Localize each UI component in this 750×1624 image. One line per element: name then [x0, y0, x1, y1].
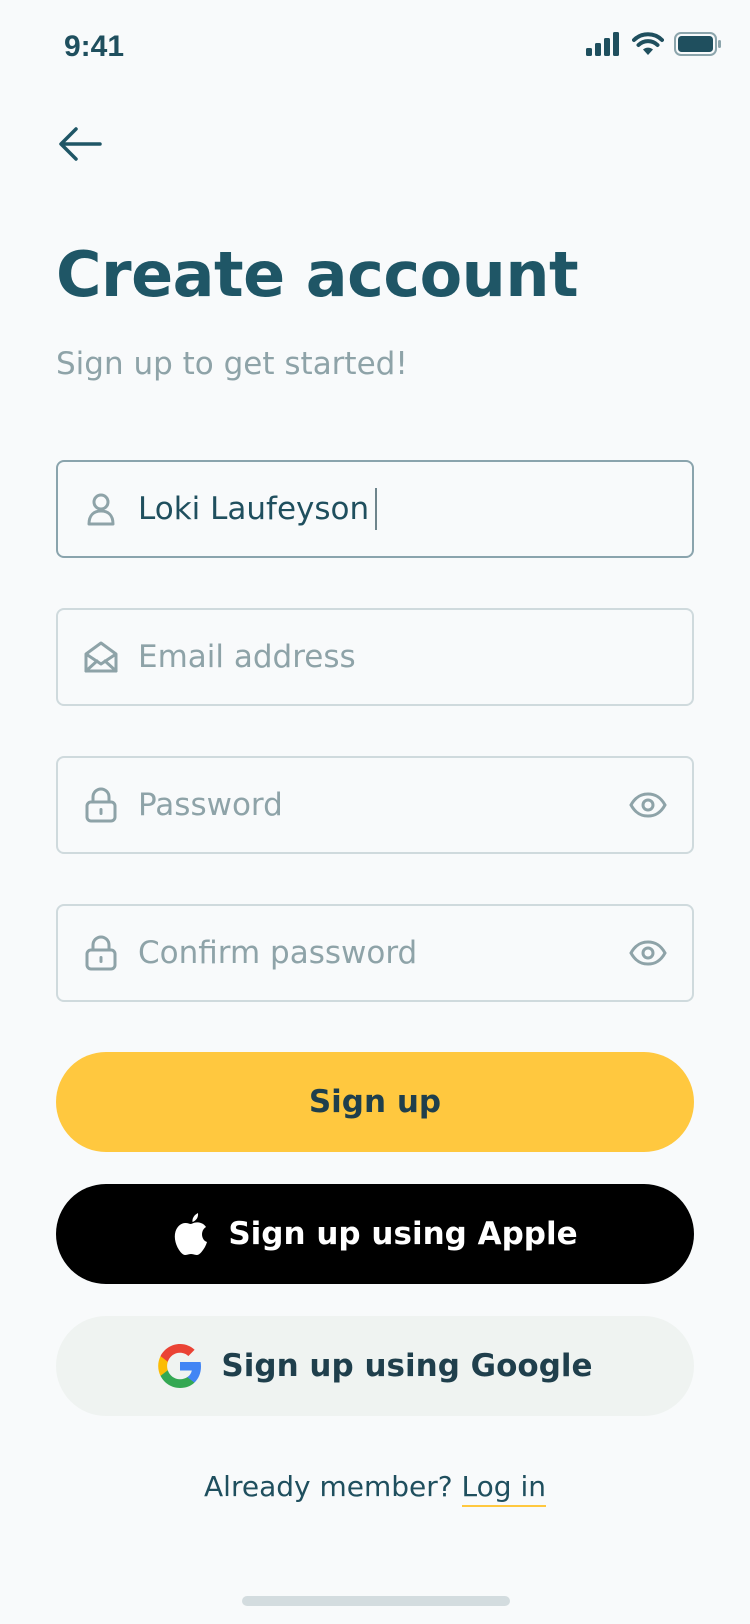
apple-icon [175, 1213, 208, 1256]
page-subtitle: Sign up to get started! [56, 346, 408, 382]
show-password-eye-icon[interactable] [628, 790, 668, 820]
sign-up-apple-button[interactable]: Sign up using Apple [56, 1184, 694, 1284]
page-title: Create account [56, 238, 579, 311]
login-prompt: Already member? Log in [0, 1470, 750, 1507]
log-in-link[interactable]: Log in [461, 1470, 546, 1507]
sign-up-button-label: Sign up [308, 1084, 442, 1120]
show-confirm-password-eye-icon[interactable] [628, 938, 668, 968]
back-button[interactable] [56, 120, 104, 168]
sign-up-button[interactable]: Sign up [56, 1052, 694, 1152]
status-bar: 9:41 [0, 0, 750, 100]
password-input[interactable] [138, 758, 612, 852]
sign-up-google-label: Sign up using Google [221, 1348, 593, 1384]
name-input[interactable]: Loki Laufeyson [138, 488, 378, 530]
status-icons [586, 32, 722, 56]
wifi-icon [632, 32, 664, 55]
lock-icon [84, 787, 118, 823]
text-caret [375, 488, 378, 530]
login-prompt-text: Already member? [204, 1470, 453, 1503]
lock-icon [84, 935, 118, 971]
name-value: Loki Laufeyson [138, 491, 370, 527]
confirm-password-field[interactable] [56, 904, 694, 1002]
password-field[interactable] [56, 756, 694, 854]
sign-up-google-button[interactable]: Sign up using Google [56, 1316, 694, 1416]
email-input[interactable] [138, 610, 612, 704]
email-field[interactable] [56, 608, 694, 706]
battery-icon [674, 32, 721, 56]
sign-up-apple-label: Sign up using Apple [228, 1216, 578, 1252]
signal-icon [586, 32, 619, 56]
google-icon [158, 1344, 202, 1388]
arrow-left-icon [59, 127, 102, 161]
envelope-icon [84, 639, 118, 675]
status-time: 9:41 [64, 30, 125, 63]
home-indicator [242, 1596, 510, 1606]
user-icon [84, 491, 118, 527]
name-field[interactable]: Loki Laufeyson [56, 460, 694, 558]
confirm-password-input[interactable] [138, 906, 612, 1000]
